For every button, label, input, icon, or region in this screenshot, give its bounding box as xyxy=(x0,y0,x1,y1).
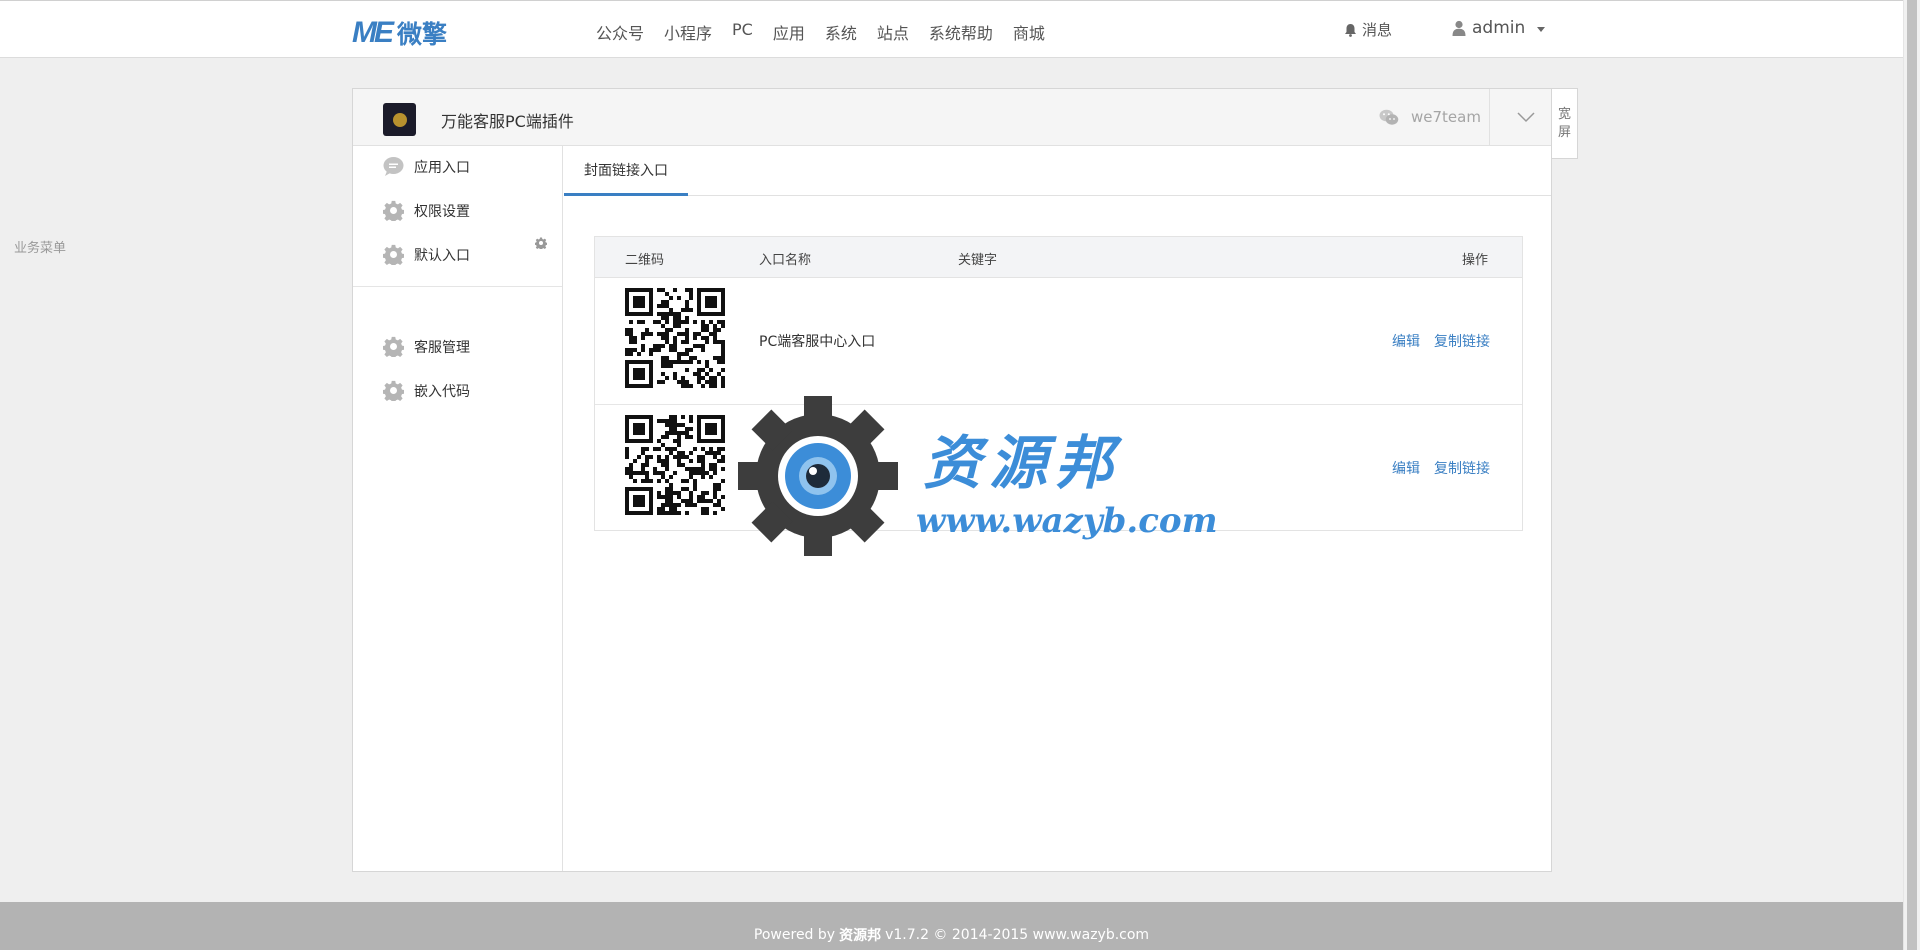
user-icon xyxy=(1452,20,1466,36)
chevron-down-icon[interactable] xyxy=(1517,111,1535,123)
wide-screen-toggle[interactable]: 宽 屏 xyxy=(1552,88,1578,159)
column-keyword: 关键字 xyxy=(958,253,998,268)
nav-item-system[interactable]: 系统 xyxy=(825,20,857,44)
gear-icon xyxy=(383,244,404,265)
account-switcher[interactable]: we7team xyxy=(1379,108,1481,126)
sidebar-item-label: 权限设置 xyxy=(414,203,470,220)
header-divider xyxy=(1489,89,1490,146)
top-navbar: ME 微擎 公众号 小程序 PC 应用 系统 站点 系统帮助 商城 消息 adm… xyxy=(0,0,1903,58)
brand-logo[interactable]: ME 微擎 xyxy=(352,15,447,51)
sidebar-item-label: 客服管理 xyxy=(414,339,470,356)
logo-mark: ME xyxy=(352,16,394,49)
chat-bubble-icon xyxy=(383,157,404,176)
sidebar-item-permissions[interactable]: 权限设置 xyxy=(383,200,470,221)
table-header: 二维码 入口名称 关键字 操作 xyxy=(595,237,1522,278)
entry-table: 二维码 入口名称 关键字 操作 PC端客服中心入口 编辑 复制链接 PC端客服中… xyxy=(594,236,1523,531)
nav-item-store[interactable]: 商城 xyxy=(1013,20,1045,44)
scrollbar-thumb[interactable] xyxy=(1907,0,1917,950)
wechat-icon xyxy=(1379,109,1399,125)
entry-name: PC端客服中心入口 xyxy=(759,461,876,477)
nav-item-mini-program[interactable]: 小程序 xyxy=(664,20,712,44)
gear-icon xyxy=(383,336,404,357)
sidebar-item-service-management[interactable]: 客服管理 xyxy=(383,336,470,357)
table-row: PC端客服中心入口 编辑 复制链接 xyxy=(595,278,1522,404)
column-actions: 操作 xyxy=(1462,253,1489,268)
messages-label: 消息 xyxy=(1362,21,1393,39)
gear-icon xyxy=(383,380,404,401)
sidebar-item-label: 默认入口 xyxy=(414,247,470,264)
copy-link-button[interactable]: 复制链接 xyxy=(1434,458,1490,478)
column-entry-name: 入口名称 xyxy=(759,253,812,268)
user-menu[interactable]: admin xyxy=(1452,18,1546,38)
column-qr-code: 二维码 xyxy=(625,253,665,268)
sidebar-item-default-entry[interactable]: 默认入口 xyxy=(383,244,470,265)
wide-label: 宽 xyxy=(1557,106,1571,122)
sidebar-item-label: 嵌入代码 xyxy=(414,383,470,400)
module-panel: 万能客服PC端插件 we7team 应用入口 权限设置 默认入口 业务菜单 客服… xyxy=(14,88,1552,872)
account-name: we7team xyxy=(1411,108,1481,126)
page-scrollbar[interactable] xyxy=(1903,0,1920,950)
qr-code-image xyxy=(625,415,725,515)
footer: Powered by 资源邦 v1.7.2 © 2014-2015 www.wa… xyxy=(0,902,1903,950)
messages-button[interactable]: 消息 xyxy=(1344,19,1392,40)
sidebar-divider xyxy=(353,286,562,287)
copy-link-button[interactable]: 复制链接 xyxy=(1434,331,1490,351)
bell-icon xyxy=(1345,23,1356,37)
tab-bar: 封面链接入口 xyxy=(564,146,1551,196)
nav-item-official-account[interactable]: 公众号 xyxy=(596,20,644,44)
app-logo-icon xyxy=(383,103,416,136)
sidebar: 应用入口 权限设置 默认入口 业务菜单 客服管理 嵌入代码 xyxy=(14,146,563,871)
nav-item-site[interactable]: 站点 xyxy=(877,20,909,44)
sidebar-item-app-entry[interactable]: 应用入口 xyxy=(383,156,470,177)
nav-item-help[interactable]: 系统帮助 xyxy=(929,20,993,44)
edit-link[interactable]: 编辑 xyxy=(1392,458,1420,478)
main-nav: 公众号 小程序 PC 应用 系统 站点 系统帮助 商城 xyxy=(596,20,1065,44)
app-name: 万能客服PC端插件 xyxy=(441,112,574,131)
sidebar-item-label: 应用入口 xyxy=(414,159,470,176)
gear-icon xyxy=(383,200,404,221)
table-row: PC端客服中心入口 编辑 复制链接 xyxy=(595,404,1522,530)
edit-link[interactable]: 编辑 xyxy=(1392,331,1420,351)
panel-header: 万能客服PC端插件 we7team xyxy=(353,89,1551,146)
sidebar-item-embed-code[interactable]: 嵌入代码 xyxy=(383,380,470,401)
wide-label: 屏 xyxy=(1557,124,1571,140)
user-name: admin xyxy=(1472,18,1526,38)
caret-down-icon xyxy=(1537,27,1546,32)
footer-prefix: Powered by xyxy=(753,927,836,943)
qr-code-image xyxy=(625,288,725,388)
logo-text: 微擎 xyxy=(397,20,448,49)
settings-icon[interactable] xyxy=(535,237,547,249)
entry-name: PC端客服中心入口 xyxy=(759,334,876,350)
footer-brand: 资源邦 xyxy=(839,928,882,944)
footer-suffix: v1.7.2 © 2014-2015 www.wazyb.com xyxy=(885,927,1150,943)
tab-cover-link-entry[interactable]: 封面链接入口 xyxy=(564,146,688,196)
sidebar-section-title: 业务菜单 xyxy=(14,241,67,256)
nav-item-pc[interactable]: PC xyxy=(732,20,753,44)
nav-item-apps[interactable]: 应用 xyxy=(773,20,805,44)
